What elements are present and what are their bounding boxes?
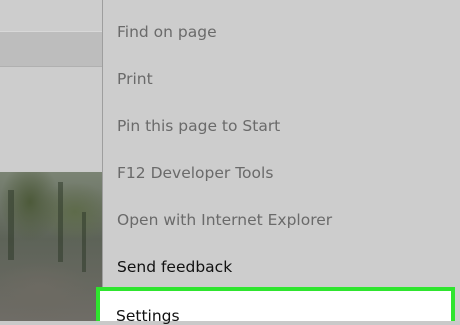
menu-item-find-on-page[interactable]: Find on page bbox=[117, 23, 217, 41]
address-bar[interactable] bbox=[0, 31, 102, 67]
menu-item-pin-to-start[interactable]: Pin this page to Start bbox=[117, 117, 280, 135]
menu-item-send-feedback[interactable]: Send feedback bbox=[117, 258, 232, 276]
menu-item-developer-tools[interactable]: F12 Developer Tools bbox=[117, 164, 273, 182]
settings-label: Settings bbox=[116, 307, 180, 325]
menu-item-print[interactable]: Print bbox=[117, 70, 153, 88]
more-actions-menu: Find on page Print Pin this page to Star… bbox=[102, 0, 460, 321]
page-photo bbox=[0, 172, 102, 321]
menu-item-open-with-ie[interactable]: Open with Internet Explorer bbox=[117, 211, 332, 229]
menu-item-settings[interactable]: Settings bbox=[96, 287, 455, 325]
